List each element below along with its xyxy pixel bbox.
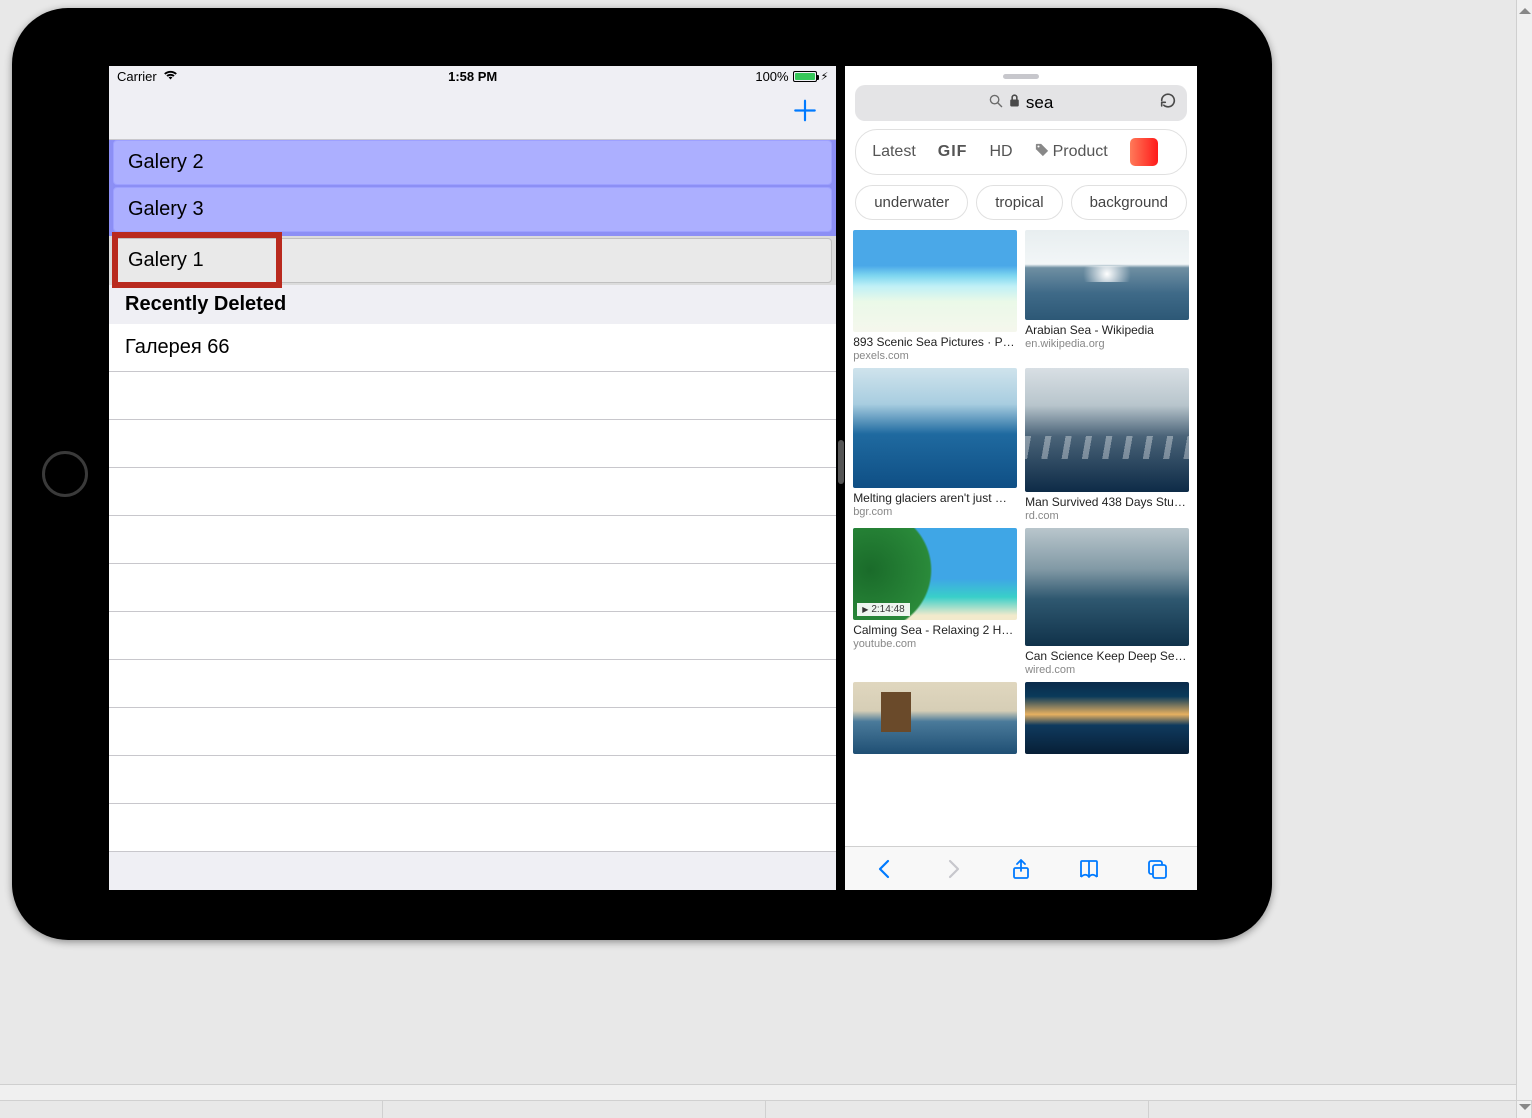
- empty-row: [109, 612, 836, 660]
- filter-tab-hd[interactable]: HD: [989, 143, 1012, 161]
- tag-icon: [1035, 143, 1053, 160]
- empty-row: [109, 516, 836, 564]
- result-thumb: [853, 230, 1017, 332]
- filter-tabs[interactable]: Latest GIF HD Product: [855, 129, 1187, 175]
- image-result[interactable]: Arabian Sea - Wikipedia en.wikipedia.org: [1025, 230, 1189, 362]
- gallery-app-pane: Carrier 1:58 PM 100% ⚡︎: [109, 66, 837, 890]
- image-result[interactable]: [1025, 682, 1189, 754]
- split-view-divider[interactable]: [837, 66, 845, 890]
- result-title: Melting glaciers aren't just …: [853, 491, 1017, 505]
- ipad-bezel: Carrier 1:58 PM 100% ⚡︎: [12, 8, 1272, 940]
- filter-tab-product[interactable]: Product: [1035, 143, 1108, 161]
- back-button[interactable]: [873, 857, 897, 881]
- gallery-row[interactable]: Galery 3: [113, 187, 832, 232]
- result-source: pexels.com: [853, 350, 1017, 362]
- safari-toolbar: [845, 846, 1197, 890]
- divider-grip-icon: [838, 440, 844, 484]
- gallery-row-dragging[interactable]: Galery 1: [113, 238, 832, 283]
- image-result[interactable]: 2:14:48 Calming Sea - Relaxing 2 H… yout…: [853, 528, 1017, 676]
- video-duration-badge: 2:14:48: [857, 603, 910, 616]
- slide-over-grabber[interactable]: [1003, 74, 1039, 79]
- filter-tabs-row: Latest GIF HD Product: [845, 129, 1197, 185]
- tabs-button[interactable]: [1145, 857, 1169, 881]
- clock: 1:58 PM: [448, 69, 497, 84]
- filter-tab-latest[interactable]: Latest: [872, 143, 916, 161]
- result-title: Man Survived 438 Days Stu…: [1025, 495, 1189, 509]
- status-bar: Carrier 1:58 PM 100% ⚡︎: [109, 66, 836, 86]
- share-button[interactable]: [1009, 857, 1033, 881]
- chip-background[interactable]: background: [1071, 185, 1187, 220]
- charging-icon: ⚡︎: [821, 70, 829, 83]
- color-filter-swatch[interactable]: [1130, 138, 1158, 166]
- image-results-grid: 893 Scenic Sea Pictures · P… pexels.com …: [845, 230, 1197, 846]
- nav-bar: [109, 86, 836, 140]
- result-thumb: [1025, 682, 1189, 754]
- chip-tropical[interactable]: tropical: [976, 185, 1062, 220]
- empty-row: [109, 420, 836, 468]
- filter-tab-product-label: Product: [1053, 143, 1108, 160]
- image-result[interactable]: [853, 682, 1017, 754]
- empty-row: [109, 564, 836, 612]
- drop-target-zone[interactable]: Galery 2 Galery 3: [109, 140, 836, 236]
- lock-icon: [1009, 93, 1020, 113]
- result-title: 893 Scenic Sea Pictures · P…: [853, 335, 1017, 349]
- bg-vertical-scrollbar: [1516, 0, 1532, 1118]
- image-result[interactable]: Can Science Keep Deep Se… wired.com: [1025, 528, 1189, 676]
- dragging-row-wrap: Galery 1: [109, 236, 836, 285]
- url-text: sea: [1026, 93, 1053, 113]
- battery-icon: [793, 71, 817, 82]
- carrier-label: Carrier: [117, 69, 157, 84]
- bg-bottom-row: [0, 1100, 1532, 1118]
- url-bar-row: sea: [845, 85, 1197, 129]
- add-button[interactable]: [792, 97, 818, 128]
- empty-row: [109, 756, 836, 804]
- chip-underwater[interactable]: underwater: [855, 185, 968, 220]
- result-title: Arabian Sea - Wikipedia: [1025, 323, 1189, 337]
- result-thumb: [853, 682, 1017, 754]
- result-source: en.wikipedia.org: [1025, 338, 1189, 350]
- bookmarks-button[interactable]: [1077, 857, 1101, 881]
- result-source: youtube.com: [853, 638, 1017, 650]
- image-result[interactable]: 893 Scenic Sea Pictures · P… pexels.com: [853, 230, 1017, 362]
- gallery-list: Galery 2 Galery 3 Galery 1 Recently Dele…: [109, 140, 836, 852]
- empty-row: [109, 708, 836, 756]
- home-button[interactable]: [42, 451, 88, 497]
- url-bar[interactable]: sea: [855, 85, 1187, 121]
- safari-pane: sea Latest GIF HD Product: [845, 66, 1197, 890]
- empty-row: [109, 372, 836, 420]
- recently-deleted-header: Recently Deleted: [109, 285, 836, 324]
- result-thumb: [1025, 368, 1189, 492]
- result-thumb: [853, 368, 1017, 488]
- empty-row: [109, 660, 836, 708]
- result-source: rd.com: [1025, 510, 1189, 522]
- wifi-icon: [163, 69, 178, 84]
- deleted-gallery-row[interactable]: Галерея 66: [109, 324, 836, 372]
- result-thumb: 2:14:48: [853, 528, 1017, 620]
- screen: Carrier 1:58 PM 100% ⚡︎: [109, 66, 1197, 890]
- empty-row: [109, 468, 836, 516]
- battery-pct: 100%: [755, 69, 788, 84]
- image-result[interactable]: Melting glaciers aren't just … bgr.com: [853, 368, 1017, 522]
- result-source: bgr.com: [853, 506, 1017, 518]
- search-icon: [989, 93, 1003, 113]
- image-result[interactable]: Man Survived 438 Days Stu… rd.com: [1025, 368, 1189, 522]
- result-source: wired.com: [1025, 664, 1189, 676]
- result-title: Calming Sea - Relaxing 2 H…: [853, 623, 1017, 637]
- gallery-row[interactable]: Galery 2: [113, 140, 832, 185]
- result-thumb: [1025, 528, 1189, 646]
- result-thumb: [1025, 230, 1189, 320]
- bg-horizontal-scrollbar: [0, 1084, 1516, 1100]
- forward-button: [941, 857, 965, 881]
- result-title: Can Science Keep Deep Se…: [1025, 649, 1189, 663]
- empty-row: [109, 804, 836, 852]
- filter-tab-gif[interactable]: GIF: [938, 143, 968, 161]
- reload-icon[interactable]: [1159, 92, 1177, 115]
- suggestion-chips-row: underwater tropical background: [845, 185, 1197, 230]
